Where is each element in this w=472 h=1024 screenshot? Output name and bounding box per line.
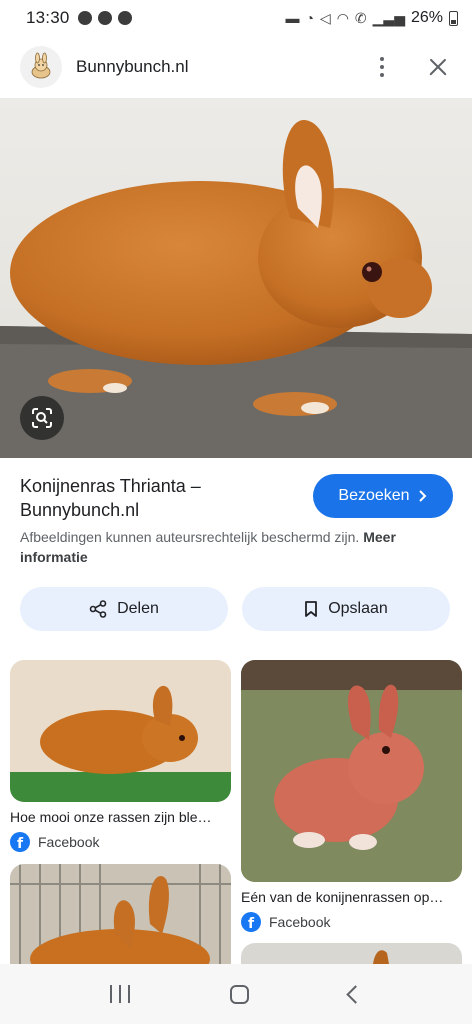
copyright-notice: Afbeeldingen kunnen auteursrechtelijk be… [20,527,440,567]
related-result-card[interactable]: Eén van de konijnenrassen op… f Facebook [241,660,462,932]
result-title[interactable]: Konijnenras Thrianta – Bunnybunch.nl [20,474,300,522]
site-favicon[interactable] [20,46,62,88]
related-source-name: Facebook [38,834,100,850]
related-image[interactable] [241,943,462,964]
related-source-name: Facebook [269,914,331,930]
signal-icon: ▁▃▅ [372,9,405,26]
do-not-disturb-icon [117,11,132,25]
share-icon [89,600,107,618]
lens-result-header: Bunnybunch.nl [0,36,472,98]
rabbit-thumbnail-3 [10,864,231,964]
bunny-logo-icon [31,52,51,79]
close-icon[interactable] [424,53,452,81]
share-button[interactable]: Delen [20,587,228,631]
save-button[interactable]: Opslaan [242,587,450,631]
related-result-card[interactable] [10,864,231,964]
call-icon: ✆ [354,9,367,26]
status-bar: 13:30 ▬ ◔ ◁ ◠ ✆ ▁▃▅ 26% [0,0,472,36]
copyright-notice-text: Afbeeldingen kunnen auteursrechtelijk be… [20,529,360,545]
facebook-icon: f [10,832,30,852]
rabbit-photo [0,98,472,458]
whatsapp-icon [77,11,92,25]
status-time: 13:30 [26,8,70,27]
related-image[interactable] [10,864,231,964]
status-right-icons: ▬ ◔ ◁ ◠ ✆ ▁▃▅ 26% [285,9,458,27]
status-left-icons [77,11,132,25]
rabbit-thumbnail-2 [241,660,462,882]
battery-percent: 26% [410,9,443,26]
chevron-right-icon [418,490,426,502]
related-image[interactable] [10,660,231,802]
share-label: Delen [117,600,159,617]
bed-icon: ▬ [285,10,300,26]
bookmark-icon [305,601,318,617]
related-caption: Eén van de konijnenrassen op… [241,889,444,905]
main-image[interactable] [0,98,472,458]
related-caption: Hoe mooi onze rassen zijn ble… [10,809,212,825]
save-label: Opslaan [328,600,388,617]
rabbit-thumbnail-4 [241,943,462,964]
facebook-icon: f [241,912,261,932]
home-icon[interactable] [230,984,249,1004]
rabbit-thumbnail-1 [10,660,231,802]
recent-apps-icon[interactable] [110,985,130,1003]
alarm-icon [97,11,112,25]
related-result-card[interactable] [241,943,462,964]
related-source: f Facebook [10,832,231,852]
more-options-icon[interactable] [370,51,394,83]
lens-search-button[interactable] [20,396,64,440]
related-image[interactable] [241,660,462,882]
lens-icon [32,408,52,428]
visit-button-label: Bezoeken [338,487,410,504]
alarm-icon: ◔ [305,10,314,26]
wifi-icon: ◠ [336,9,349,26]
visit-button[interactable]: Bezoeken [313,474,453,518]
battery-icon [449,10,458,26]
related-result-card[interactable]: Hoe mooi onze rassen zijn ble… f Faceboo… [10,660,231,852]
back-icon[interactable] [346,984,365,1004]
system-nav-bar [0,964,472,1024]
related-source: f Facebook [241,912,462,932]
site-name[interactable]: Bunnybunch.nl [76,57,188,77]
mute-icon: ◁ [319,9,331,26]
